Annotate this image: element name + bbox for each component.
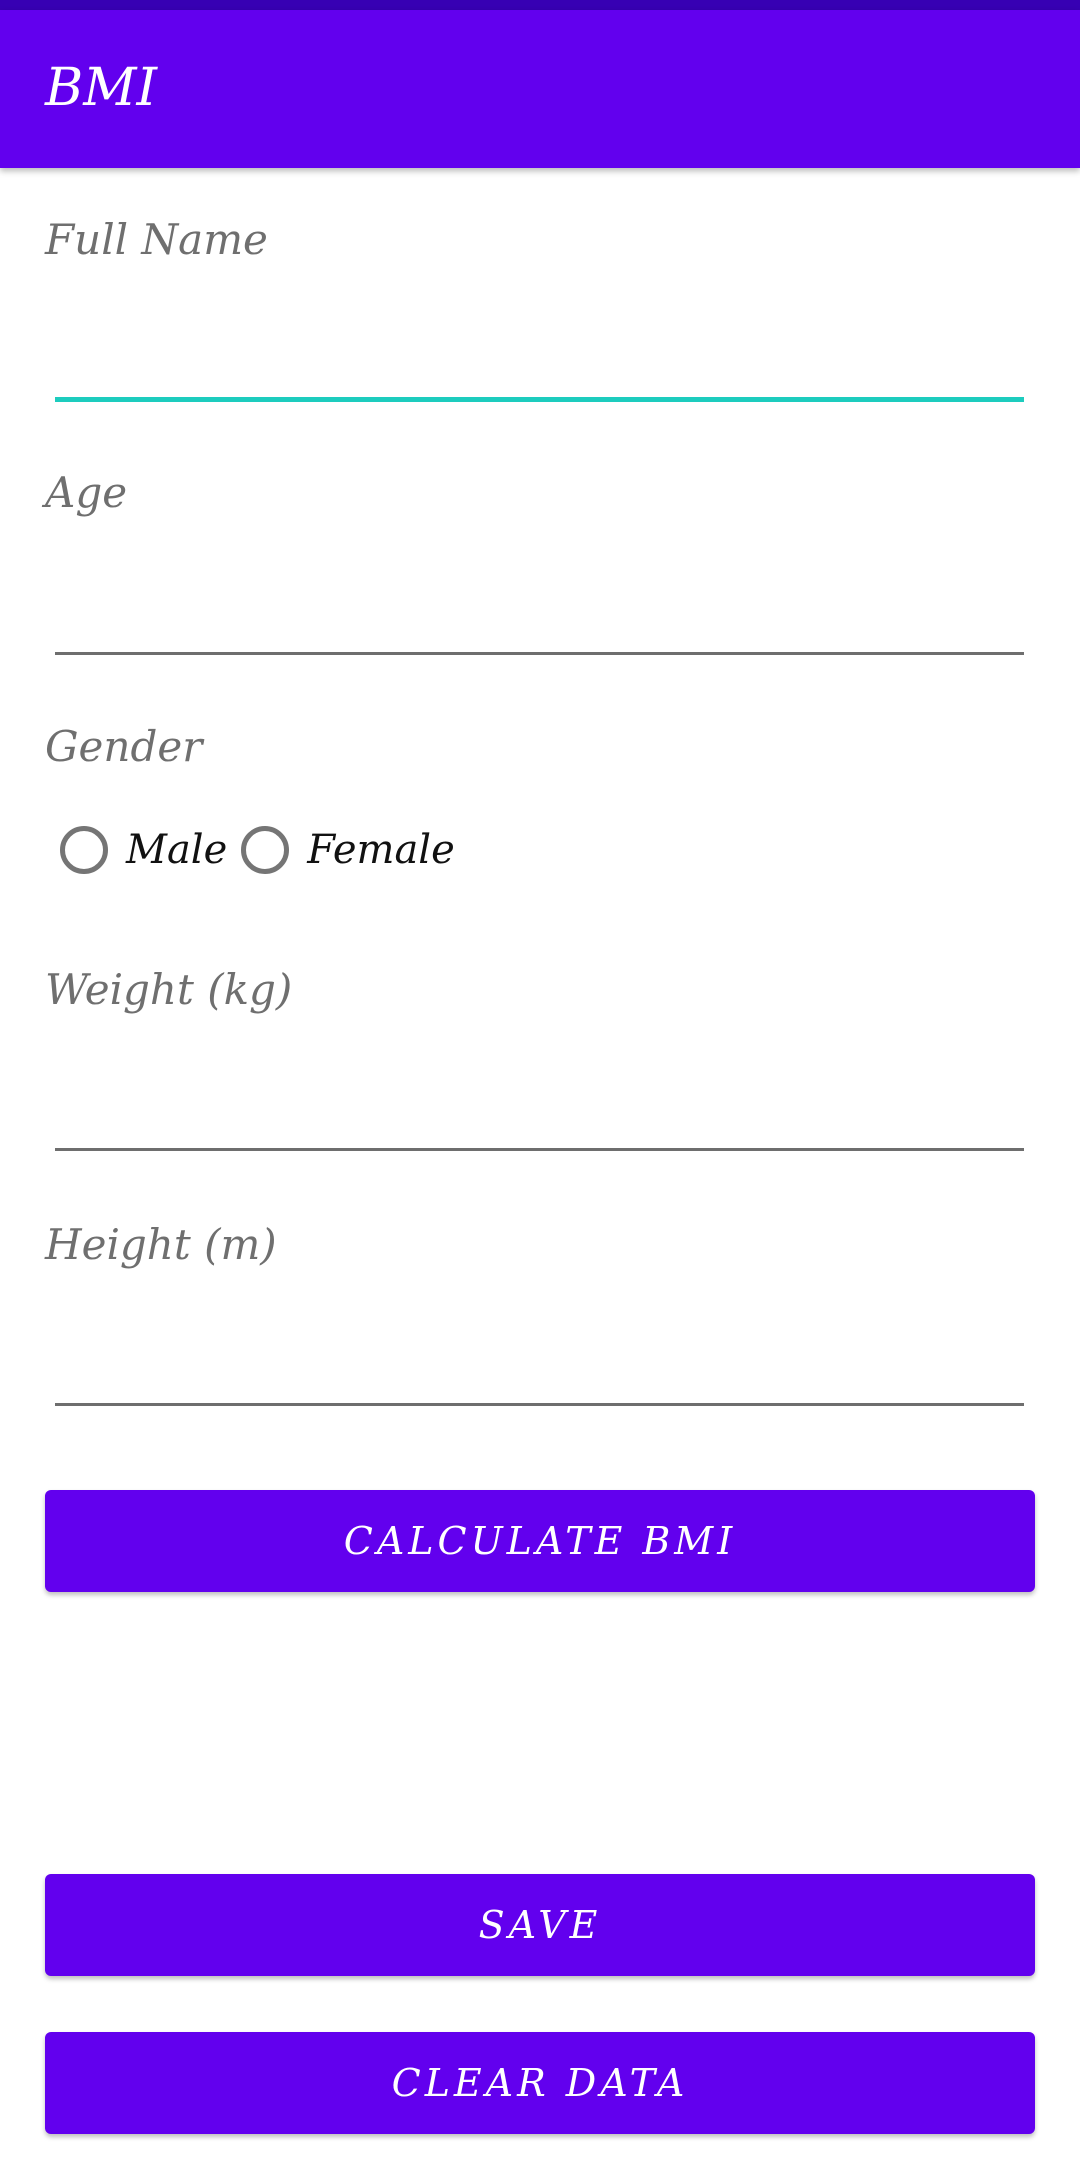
full-name-input[interactable] — [55, 315, 1028, 397]
radio-male-label[interactable]: Male — [126, 827, 227, 873]
height-input[interactable] — [55, 1321, 1028, 1403]
age-input[interactable] — [55, 570, 1028, 652]
calculate-bmi-button[interactable]: CALCULATE BMI — [45, 1490, 1035, 1592]
radio-male-circle-icon[interactable] — [60, 826, 108, 874]
status-bar — [0, 0, 1080, 10]
gender-label: Gender — [45, 722, 203, 771]
app-bar: BMI — [0, 10, 1080, 168]
app-title: BMI — [45, 58, 157, 118]
age-label: Age — [45, 468, 128, 517]
full-name-underline — [55, 397, 1024, 402]
weight-label: Weight (kg) — [45, 965, 293, 1014]
radio-female-circle-icon[interactable] — [241, 826, 290, 874]
save-button[interactable]: SAVE — [45, 1874, 1035, 1976]
clear-data-button[interactable]: CLEAR DATA — [45, 2032, 1035, 2134]
radio-male[interactable]: Male — [60, 826, 227, 874]
age-underline — [55, 652, 1024, 655]
radio-female[interactable]: Female — [241, 826, 455, 874]
weight-input[interactable] — [55, 1067, 1028, 1149]
full-name-label: Full Name — [45, 215, 268, 264]
height-underline — [55, 1403, 1024, 1406]
weight-underline — [55, 1148, 1024, 1151]
radio-female-label[interactable]: Female — [307, 827, 454, 873]
height-label: Height (m) — [45, 1220, 277, 1269]
gender-radio-group: Male Female — [60, 820, 469, 880]
